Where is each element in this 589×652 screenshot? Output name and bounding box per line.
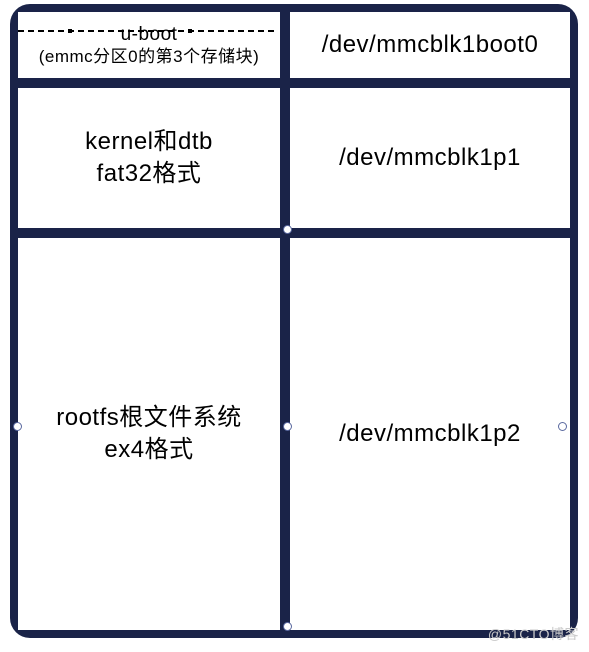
rootfs-line1: rootfs根文件系统 bbox=[56, 402, 242, 434]
kernel-line1: kernel和dtb bbox=[85, 126, 213, 158]
cell-rootfs-desc: rootfs根文件系统 ex4格式 bbox=[18, 238, 280, 630]
diagram-frame: u-boot (emmc分区0的第3个存储块) /dev/mmcblk1boot… bbox=[10, 4, 578, 638]
cell-kernel-device: /dev/mmcblk1p1 bbox=[290, 88, 570, 228]
row-rootfs: rootfs根文件系统 ex4格式 /dev/mmcblk1p2 bbox=[18, 238, 570, 630]
cell-rootfs-device: /dev/mmcblk1p2 bbox=[290, 238, 570, 630]
uboot-subtitle: (emmc分区0的第3个存储块) bbox=[39, 46, 260, 67]
diagram-grid: u-boot (emmc分区0的第3个存储块) /dev/mmcblk1boot… bbox=[18, 12, 570, 630]
uboot-device-path: /dev/mmcblk1boot0 bbox=[322, 29, 539, 61]
selection-handle-icon bbox=[283, 225, 292, 234]
row-kernel: kernel和dtb fat32格式 /dev/mmcblk1p1 bbox=[18, 88, 570, 228]
rootfs-device-path: /dev/mmcblk1p2 bbox=[339, 418, 521, 450]
cell-kernel-desc: kernel和dtb fat32格式 bbox=[18, 88, 280, 228]
selection-handle-icon bbox=[283, 422, 292, 431]
kernel-device-path: /dev/mmcblk1p1 bbox=[339, 142, 521, 174]
selection-handle-icon bbox=[558, 422, 567, 431]
row-uboot: u-boot (emmc分区0的第3个存储块) /dev/mmcblk1boot… bbox=[18, 12, 570, 78]
cell-uboot-device: /dev/mmcblk1boot0 bbox=[290, 12, 570, 78]
cell-uboot-desc: u-boot (emmc分区0的第3个存储块) bbox=[18, 12, 280, 78]
kernel-line2: fat32格式 bbox=[97, 158, 202, 190]
rootfs-line2: ex4格式 bbox=[104, 434, 193, 466]
selection-handle-icon bbox=[283, 622, 292, 631]
watermark-text: @51CTO博客 bbox=[488, 624, 579, 644]
uboot-title: u-boot bbox=[121, 23, 178, 47]
selection-handle-icon bbox=[13, 422, 22, 431]
